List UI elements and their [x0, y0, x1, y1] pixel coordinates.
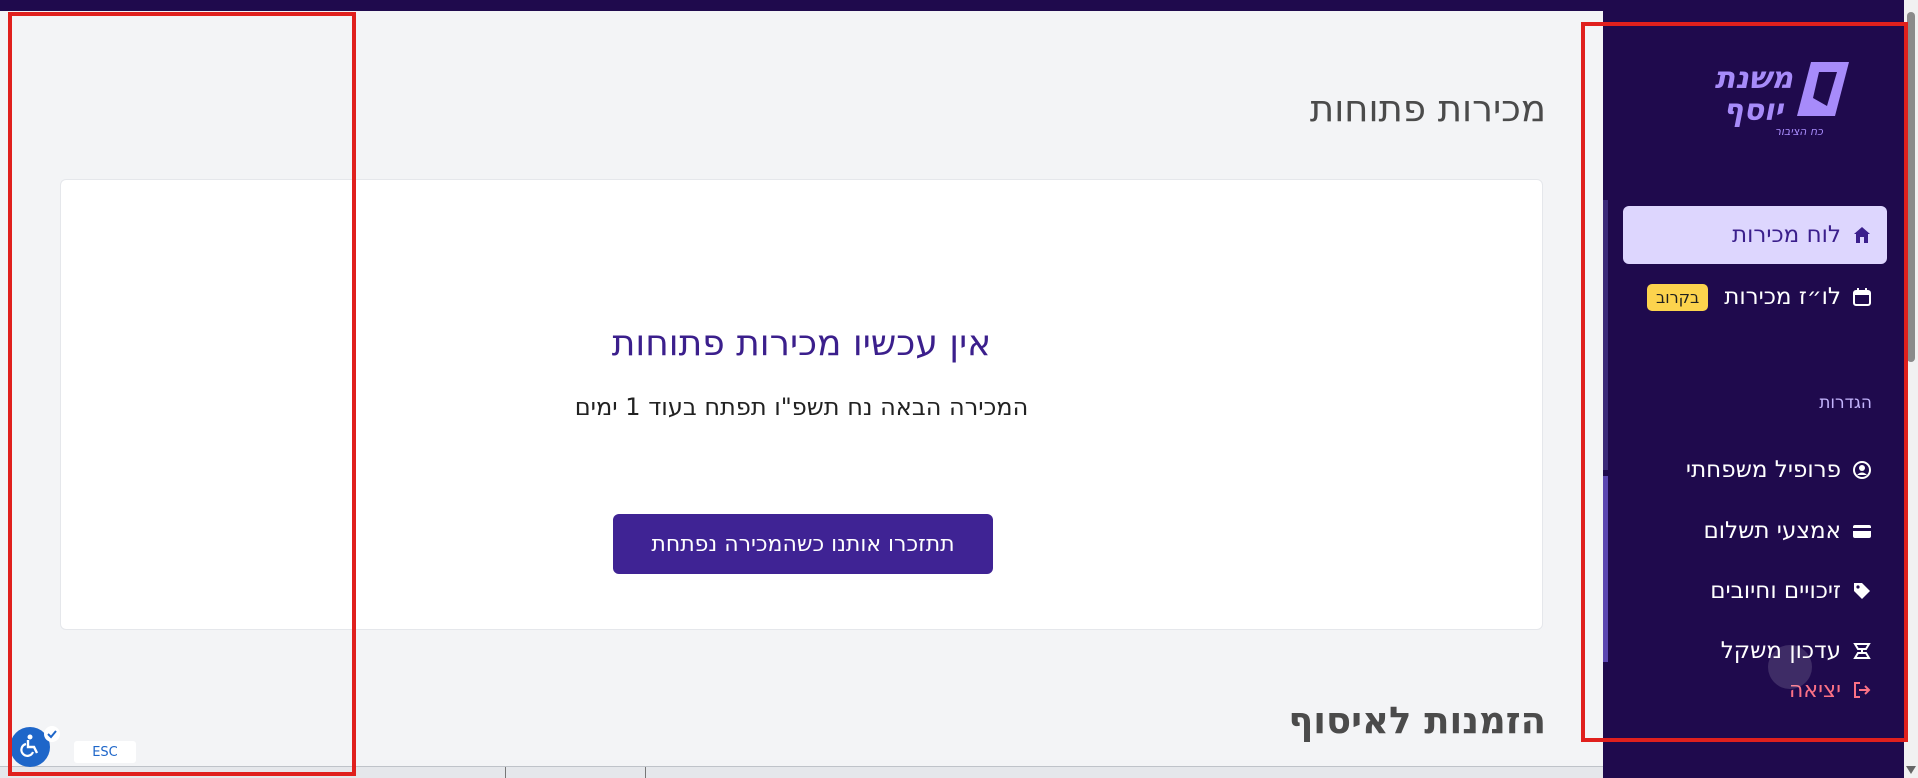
- scale-icon: [1851, 640, 1873, 662]
- page-scrollbar[interactable]: [1904, 0, 1918, 778]
- pickup-orders-title: הזמנות לאיסוף: [1288, 699, 1546, 742]
- next-sale-info: המכירה הבאה נח תשפ"ו תפתח בעוד 1 ימים: [574, 393, 1029, 421]
- sidebar-edge: [1603, 200, 1608, 470]
- svg-text:כח הציבור: כח הציבור: [1775, 125, 1823, 138]
- page-title: מכירות פתוחות: [1309, 87, 1546, 130]
- accessibility-icon: [17, 732, 43, 762]
- sidebar-edge-highlight: [1603, 476, 1608, 662]
- svg-text:משנת: משנת: [1715, 61, 1795, 96]
- nav-item-label: אמצעי תשלום: [1703, 518, 1841, 544]
- ghost-circle: [1768, 645, 1812, 689]
- scrollbar-thumb[interactable]: [1907, 12, 1915, 362]
- top-bar: [0, 0, 1603, 11]
- svg-text:יוסף: יוסף: [1723, 93, 1785, 128]
- logo[interactable]: משנת יוסף כח הציבור: [1673, 58, 1853, 138]
- empty-state-heading: אין עכשיו מכירות פתוחות: [611, 323, 992, 364]
- strip-divider: [645, 767, 646, 778]
- credit-card-icon: [1851, 520, 1873, 542]
- bottom-strip: [0, 766, 1603, 778]
- nav-item-label: לוח מכירות: [1732, 222, 1841, 248]
- logout-icon: [1851, 679, 1873, 701]
- tag-icon: [1851, 580, 1873, 602]
- esc-label[interactable]: ESC: [74, 741, 136, 763]
- nav-item-sales-board[interactable]: לוח מכירות: [1623, 206, 1887, 264]
- strip-divider: [505, 767, 506, 778]
- nav-item-label: פרופיל משפחתי: [1685, 457, 1841, 483]
- nav-item-label: לו״ז מכירות: [1724, 284, 1841, 310]
- empty-state-card: אין עכשיו מכירות פתוחות המכירה הבאה נח ת…: [60, 179, 1543, 630]
- user-circle-icon: [1851, 459, 1873, 481]
- nav-item-family-profile[interactable]: פרופיל משפחתי: [1623, 441, 1887, 499]
- check-icon: [44, 726, 60, 742]
- logout-button[interactable]: יציאה: [1623, 665, 1887, 715]
- coming-soon-badge: בקרוב: [1647, 283, 1709, 311]
- nav-item-sales-schedule[interactable]: לו״ז מכירות בקרוב: [1623, 268, 1887, 326]
- calendar-icon: [1851, 286, 1873, 308]
- sidebar: משנת יוסף כח הציבור לוח מכירות לו״ז מכיר…: [1603, 0, 1904, 778]
- nav-item-label: זיכויים וחיובים: [1710, 578, 1841, 604]
- nav-item-credits-charges[interactable]: זיכויים וחיובים: [1623, 562, 1887, 620]
- home-icon: [1851, 224, 1873, 246]
- notify-me-button[interactable]: תתזכרו אותנו כשהמכירה נפתחת: [613, 514, 993, 574]
- main-content: מכירות פתוחות אין עכשיו מכירות פתוחות המ…: [0, 11, 1603, 778]
- scroll-down-arrow[interactable]: [1906, 766, 1916, 774]
- settings-section-label: הגדרות: [1819, 393, 1872, 413]
- nav-item-payment-methods[interactable]: אמצעי תשלום: [1623, 502, 1887, 560]
